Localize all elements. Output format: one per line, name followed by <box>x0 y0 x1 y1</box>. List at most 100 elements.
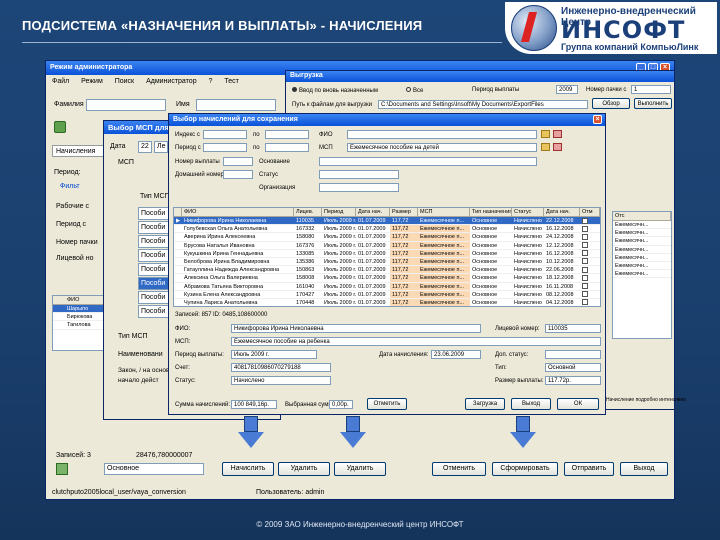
upload-opt2[interactable]: Все <box>406 87 423 94</box>
filter-code-input[interactable] <box>223 170 253 179</box>
cancel-button[interactable]: Отменить <box>432 462 486 476</box>
col-fio[interactable]: ФИО <box>182 208 294 216</box>
filter-fio-input[interactable] <box>347 130 537 139</box>
clear-icon[interactable] <box>553 130 562 138</box>
refresh-icon[interactable] <box>54 121 66 133</box>
table-cell: 117,72 <box>390 290 418 298</box>
menu-search[interactable]: Поиск <box>115 78 134 85</box>
close-icon[interactable]: × <box>593 115 602 124</box>
select-titlebar[interactable]: Выбор начислений для сохранения × <box>169 114 605 126</box>
table-row[interactable]: Бирюкова <box>53 313 107 322</box>
filter-msp-input[interactable]: Ежемесячное пособие на детей <box>347 143 537 152</box>
row-checkbox[interactable] <box>580 299 600 306</box>
table-cell: Июль 2009 г. <box>324 226 356 233</box>
bottom-app-icon[interactable] <box>56 463 68 475</box>
table-row[interactable]: Кукушкина Ирина Геннадьевна 133085 Июль 20… <box>174 249 600 258</box>
list-item[interactable]: Ежемесячн... <box>613 270 671 279</box>
list-item[interactable]: Ежемесячн... <box>613 254 671 262</box>
table-cell: 158008 <box>296 275 315 282</box>
exit-button[interactable]: Выход <box>620 462 668 476</box>
col-size[interactable]: Размер <box>390 208 418 216</box>
delete2-button[interactable]: Удалить <box>334 462 386 476</box>
filter-period-from[interactable] <box>203 143 247 152</box>
menu-help[interactable]: ? <box>209 78 213 85</box>
surname-input[interactable] <box>86 99 166 111</box>
table-row[interactable]: Кузина Елена Александровна 170427 Июль 200… <box>174 290 600 299</box>
browse-button[interactable]: Обзор <box>592 98 630 109</box>
list-item[interactable]: Ежемесячн... <box>613 246 671 254</box>
run-button[interactable]: Выполнить <box>634 98 672 109</box>
checkbox-icon <box>582 250 588 257</box>
col-status[interactable]: Статус <box>512 208 544 216</box>
upload-opt1[interactable]: Ввод по вновь назначенным <box>292 87 378 94</box>
row-checkbox[interactable] <box>580 274 600 281</box>
list-item[interactable]: Ежемесячн... <box>613 229 671 238</box>
row-checkbox[interactable] <box>580 217 600 224</box>
col-date2[interactable]: Дата нач. <box>544 208 580 216</box>
delete-button[interactable]: Удалить <box>278 462 330 476</box>
col-account[interactable]: Лицев. <box>294 208 322 216</box>
table-row[interactable]: Аверина Ирина Алексеевна 158080 Июль 2009 … <box>174 233 600 242</box>
table-row[interactable]: Голубевская Ольга Анатольевна 167332 Июль … <box>174 225 600 234</box>
list-item[interactable]: Ежемесячн... <box>613 262 671 271</box>
table-row[interactable]: ▶ Никифорова Ирина Николаевна 110035 Июль 2… <box>174 217 600 226</box>
filter-pack-input[interactable] <box>223 157 253 166</box>
row-checkbox[interactable] <box>580 242 600 249</box>
row-checkbox[interactable] <box>580 233 600 240</box>
filter-status-input[interactable] <box>319 170 399 179</box>
tab-accruals[interactable]: Начисления <box>52 145 104 157</box>
row-checkbox[interactable] <box>580 250 600 257</box>
upload-path[interactable]: C:\Documents and Settings\Insoft\My Docu… <box>378 100 588 109</box>
table-row[interactable]: Чупина Лариса Анатольевна 170448 Июль 2009… <box>174 298 600 306</box>
row-checkbox[interactable] <box>580 258 600 265</box>
filter-org-input[interactable] <box>319 183 399 192</box>
row-checkbox[interactable] <box>580 266 600 273</box>
filter-inn-from[interactable] <box>203 130 247 139</box>
checkbox-icon <box>582 283 588 290</box>
table-row[interactable]: Белоброва Ирина Владимировна 135386 Июль 2… <box>174 257 600 267</box>
table-cell: 117,72 <box>390 298 418 306</box>
col-type[interactable]: Тип назначения <box>470 208 512 216</box>
col-mark[interactable]: Отм <box>580 208 600 216</box>
clear-icon[interactable] <box>553 143 562 151</box>
name-input[interactable] <box>196 99 276 111</box>
filter-period-to[interactable] <box>265 143 309 152</box>
filter-cause-input[interactable] <box>319 157 537 166</box>
table-row[interactable]: Брусова Наталья Ивановна 167376 Июль 2009 … <box>174 241 600 250</box>
table-row[interactable]: Гатауллина Надежда Александровна 150863 Ию… <box>174 266 600 275</box>
table-row[interactable]: Шарыпо <box>53 305 107 314</box>
table-cell: Начислено <box>514 299 542 306</box>
mcp-date-day[interactable]: 22 <box>138 141 152 153</box>
col-msp[interactable]: МСП <box>418 208 470 216</box>
upload-year[interactable]: 2009 <box>556 85 578 94</box>
type-select[interactable]: Основное <box>104 463 204 475</box>
upload-pack[interactable]: 1 <box>631 85 671 94</box>
ok-button[interactable]: ОК <box>557 398 599 410</box>
form-button[interactable]: Сформировать <box>492 462 558 476</box>
filter-inn-to[interactable] <box>265 130 309 139</box>
list-item[interactable]: Ежемесячн... <box>613 237 671 246</box>
accrue-button[interactable]: Начислить <box>222 462 274 476</box>
menu-admin[interactable]: Администратор <box>146 78 197 85</box>
table-row[interactable]: Тагилова <box>53 321 107 330</box>
menu-test[interactable]: Тест <box>224 78 238 85</box>
close-button[interactable]: Выход <box>511 398 551 410</box>
list-item[interactable]: Ежемесячн... <box>613 221 671 230</box>
upload-titlebar[interactable]: Выгрузка <box>286 71 674 82</box>
table-row[interactable]: Алексина Ольга Валериевна 158008 Июль 2009… <box>174 274 600 283</box>
send-button[interactable]: Отправить <box>564 462 614 476</box>
load-button[interactable]: Загрузка <box>465 398 505 410</box>
row-checkbox[interactable] <box>580 291 600 298</box>
row-gutter <box>174 266 182 273</box>
menu-file[interactable]: Файл <box>52 78 69 85</box>
folder-icon[interactable] <box>541 130 550 138</box>
mark-button[interactable]: Отметить <box>367 398 407 410</box>
col-date[interactable]: Дата нач. <box>356 208 390 216</box>
col-period[interactable]: Период <box>322 208 356 216</box>
row-checkbox[interactable] <box>580 283 600 290</box>
mcp-date-month[interactable]: Ле <box>154 141 168 153</box>
row-checkbox[interactable] <box>580 225 600 232</box>
menu-mode[interactable]: Режим <box>81 78 103 85</box>
folder-icon[interactable] <box>541 143 550 151</box>
table-row[interactable]: Абрамова Татьяна Викторовна 161040 Июль 20… <box>174 282 600 291</box>
